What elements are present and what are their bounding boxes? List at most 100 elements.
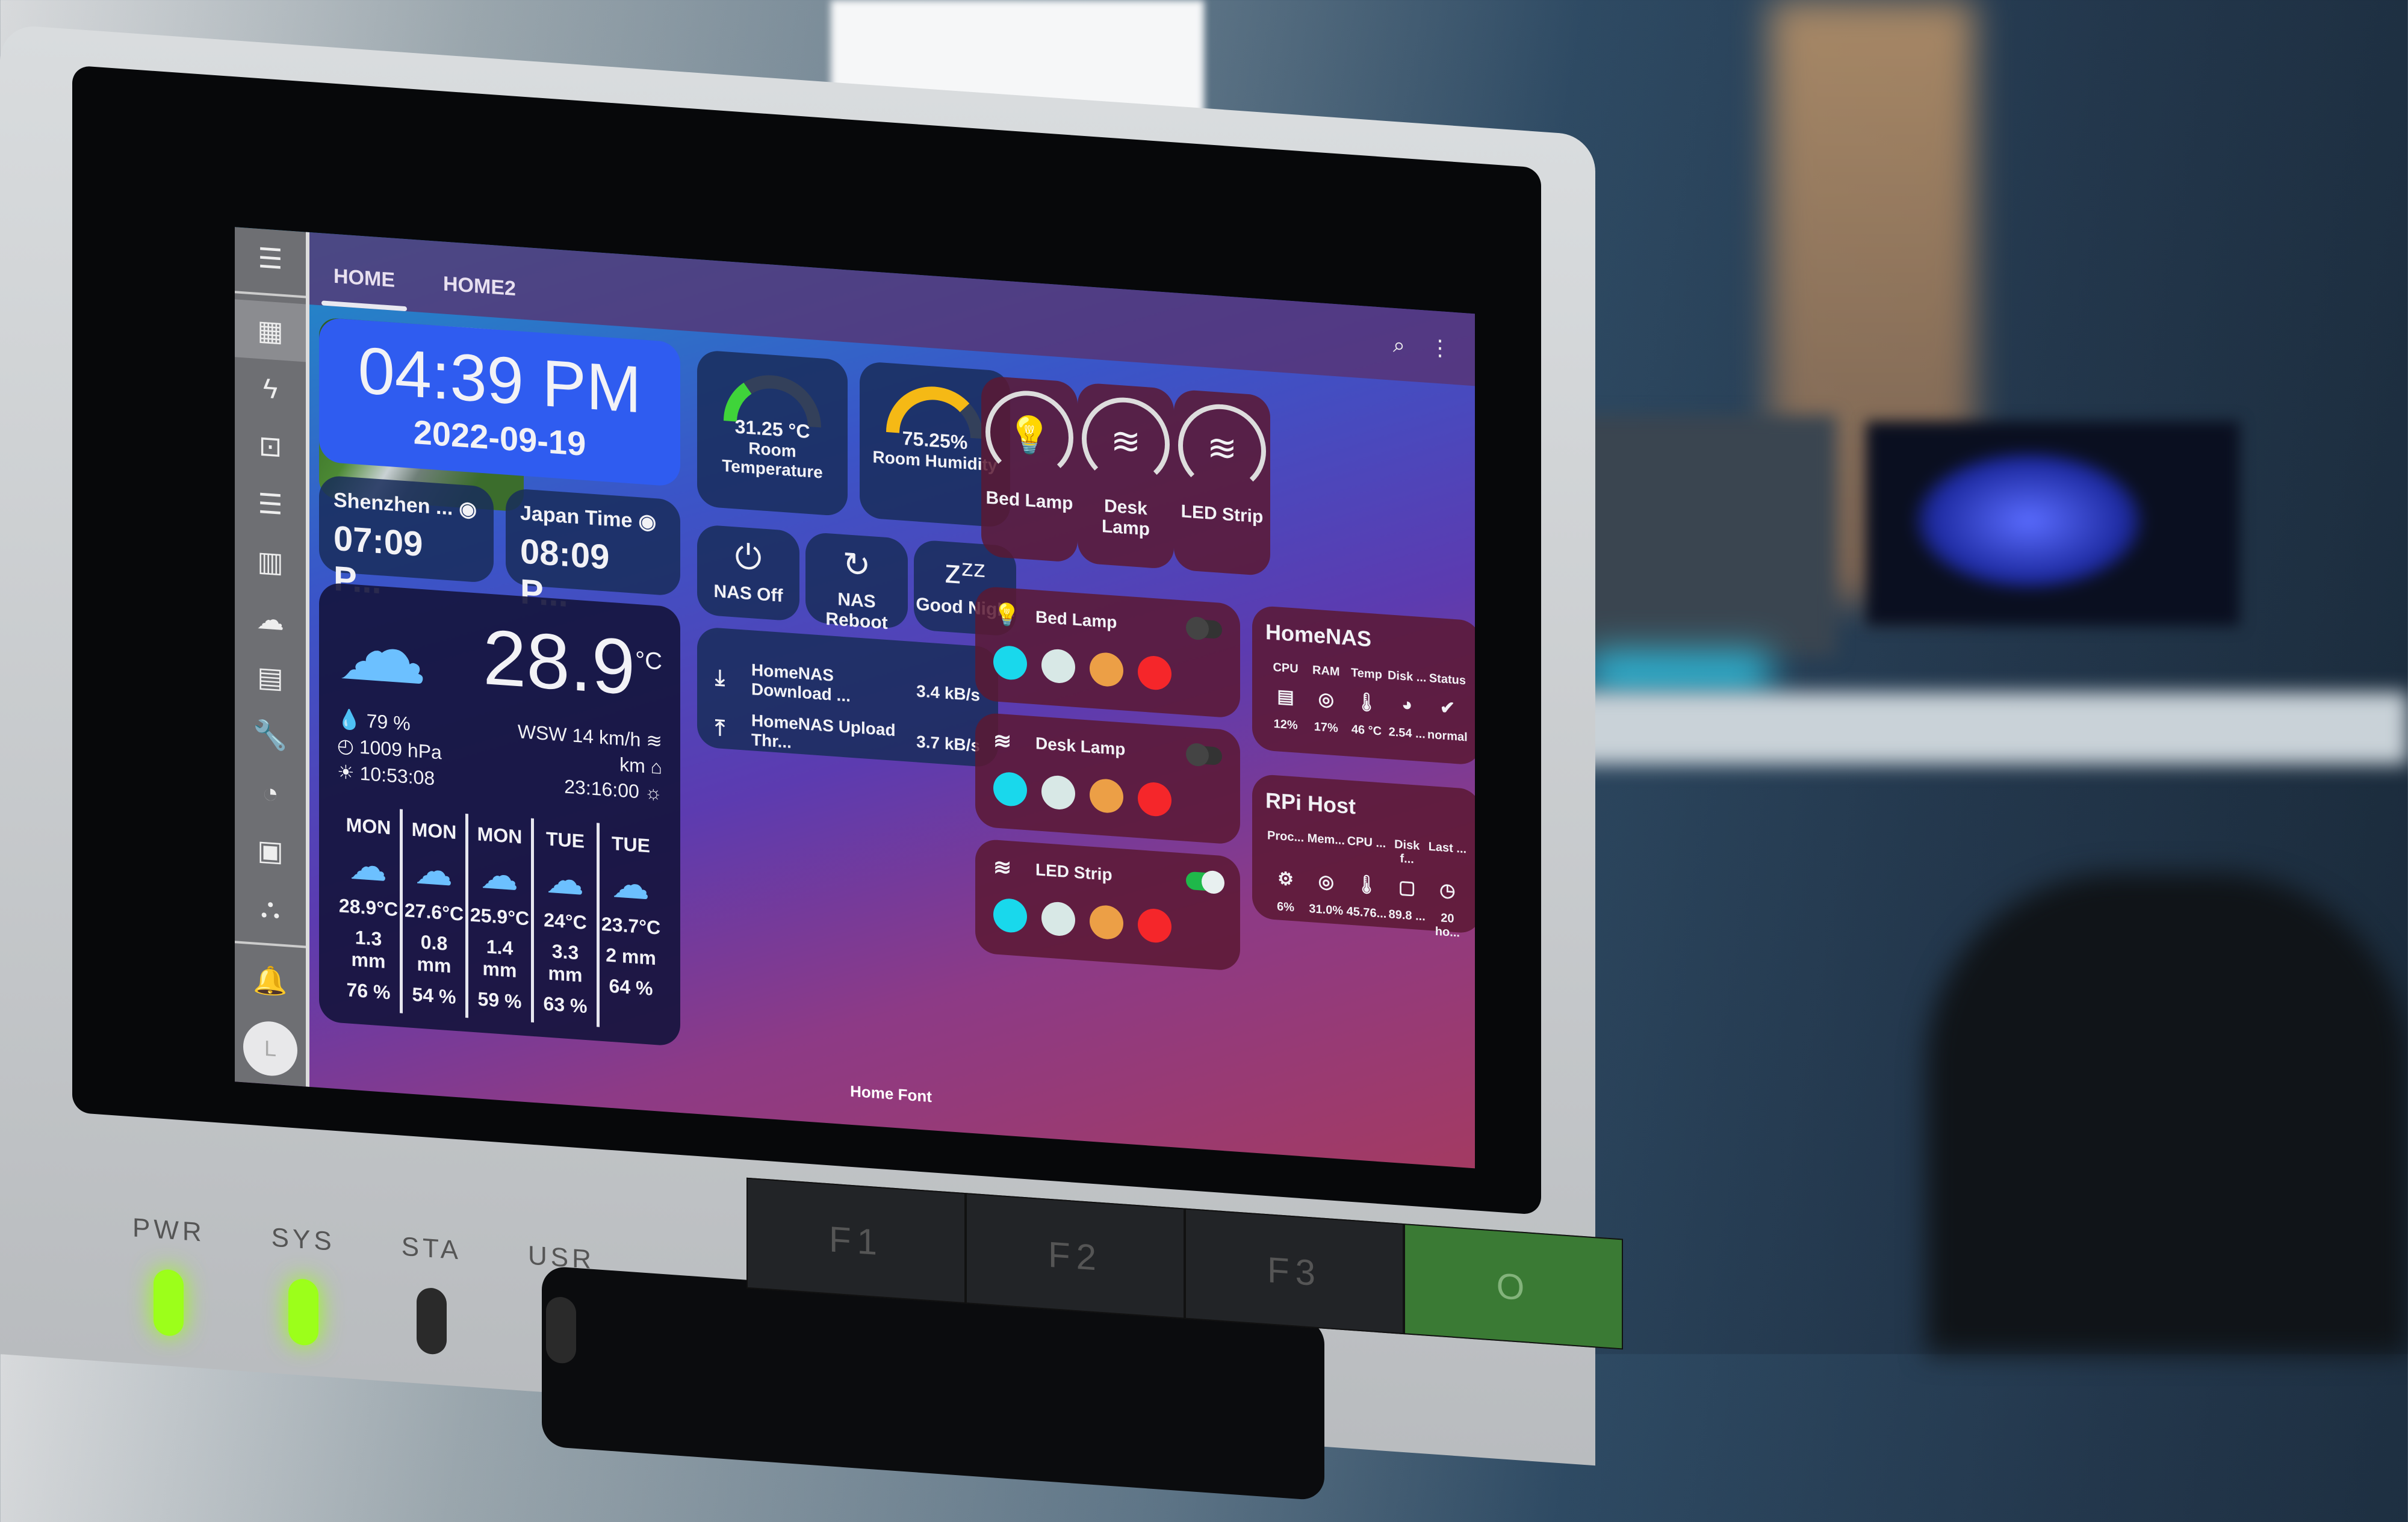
forecast-precip: 0.8 mm: [417, 930, 452, 977]
rain-cloud-icon: ☁: [482, 854, 518, 898]
more-icon[interactable]: ⋮: [1429, 335, 1451, 362]
power-toggle[interactable]: [1186, 742, 1222, 767]
world-clock-city: Japan Time: [520, 501, 633, 532]
color-swatch[interactable]: [993, 645, 1027, 681]
stat-value: 2.54 ...: [1388, 725, 1426, 741]
restart-icon: ↻: [842, 544, 871, 585]
light-header: 💡 Bed Lamp: [993, 601, 1222, 643]
tab-home2[interactable]: HOME2: [419, 271, 540, 321]
color-swatch[interactable]: [1138, 781, 1171, 818]
network-row: ⤓ HomeNAS Download ... 3.4 kB/s: [715, 658, 980, 715]
hardware-button-f1[interactable]: F1: [746, 1177, 966, 1304]
eye-icon: ◉: [638, 510, 657, 534]
hardware-button-o[interactable]: O: [1404, 1223, 1623, 1350]
weather-card[interactable]: ☁ 28.9°C 💧 79 % ◴ 1009 hPa ☀ 10:53:08 WS…: [319, 582, 680, 1047]
led-indicator: [154, 1268, 184, 1337]
status-leds: PWR SYS STA USR: [132, 1213, 595, 1366]
forecast-probability: 59 %: [477, 988, 522, 1013]
forecast-temp: 25.9°C: [470, 903, 530, 930]
gauge-icon[interactable]: ◔: [235, 761, 306, 824]
network-value: 3.4 kB/s: [916, 681, 980, 705]
rain-cloud-icon: ☁: [337, 596, 427, 704]
stat-label: RAM: [1312, 663, 1340, 679]
cloud-icon[interactable]: ☁: [235, 588, 306, 651]
person-badge-icon[interactable]: ⊡: [235, 415, 306, 477]
temperature-unit: °C: [635, 646, 662, 675]
bed-lamp-tile[interactable]: 💡 Bed Lamp: [981, 375, 1078, 563]
led-label: USR: [528, 1240, 595, 1275]
stat-value: 6%: [1277, 900, 1295, 915]
color-swatch[interactable]: [993, 897, 1027, 934]
stat-label: CPU: [1273, 660, 1299, 676]
bell-icon[interactable]: 🔔: [235, 949, 306, 1012]
storage-icon[interactable]: ▣: [235, 819, 306, 882]
network-value: 3.7 kB/s: [916, 732, 980, 755]
forecast-day: MON ☁ 27.6°C 0.8 mm 54 %: [403, 809, 468, 1018]
tile-label: LED Strip: [1181, 501, 1264, 527]
world-clock-card[interactable]: Japan Time ◉ 08:09 P...: [506, 487, 680, 614]
hardware-button-f3[interactable]: F3: [1185, 1208, 1404, 1335]
hardware-button-f2[interactable]: F2: [966, 1193, 1185, 1319]
room-temperature-gauge[interactable]: 31.25 °C Room Temperature: [697, 349, 848, 517]
light-name: LED Strip: [1035, 860, 1112, 885]
color-swatch[interactable]: [1090, 651, 1123, 688]
stat-label: Disk f...: [1394, 837, 1420, 867]
background-monitor: [1565, 415, 1836, 656]
stat-icon: ◷: [1439, 880, 1456, 902]
stat-label: Proc...: [1267, 829, 1305, 845]
wrench-icon[interactable]: 🔧: [235, 704, 306, 766]
light-header: ≋ LED Strip: [993, 854, 1224, 896]
tab-home[interactable]: HOME: [309, 263, 419, 312]
search-icon[interactable]: ⌕: [1393, 332, 1405, 359]
forecast-temp: 27.6°C: [404, 899, 464, 925]
color-swatch[interactable]: [1090, 778, 1123, 814]
color-swatch[interactable]: [1090, 904, 1123, 941]
forecast-day: MON ☁ 25.9°C 1.4 mm 59 %: [468, 814, 534, 1023]
forecast-precip: 2 mm: [606, 944, 656, 970]
world-clock-card[interactable]: Shenzhen ... ◉ 07:09 P...: [319, 475, 494, 601]
action-label: NAS Off: [713, 581, 783, 606]
eye-icon: ◉: [459, 497, 477, 522]
status-led-sta: STA: [402, 1232, 462, 1356]
rpi-host-card[interactable]: RPi Host Proc... Mem... CPU ... Disk f... La…: [1252, 773, 1475, 940]
network-row: ⤒ HomeNAS Upload Thr... 3.7 kB/s: [715, 708, 980, 766]
color-swatch[interactable]: [993, 771, 1027, 808]
network-icon[interactable]: ⛬: [235, 877, 306, 939]
status-led-sys: SYS: [272, 1223, 335, 1347]
chart-icon[interactable]: ▥: [235, 530, 306, 593]
color-swatch[interactable]: [1138, 655, 1171, 691]
color-swatch[interactable]: [1041, 900, 1075, 937]
dashboard-icon[interactable]: ▦: [235, 299, 306, 362]
nas-off-button[interactable]: ⏻ NAS Off: [697, 524, 799, 622]
list-icon[interactable]: ☰: [235, 472, 306, 535]
color-swatch[interactable]: [1138, 908, 1171, 944]
forecast-probability: 64 %: [609, 974, 653, 1000]
dashboard: 04:39 PM 2022-09-19 Shenzhen ... ◉ 07:09 …: [319, 317, 1475, 1155]
status-led-usr: USR: [528, 1240, 595, 1366]
color-swatch[interactable]: [1041, 774, 1075, 811]
led-label: SYS: [271, 1222, 335, 1257]
avatar[interactable]: L: [243, 1019, 297, 1078]
background-desk: [1565, 692, 2408, 764]
stat-label: Disk ...: [1387, 669, 1427, 685]
power-toggle[interactable]: [1186, 870, 1224, 895]
color-swatch[interactable]: [1041, 648, 1075, 684]
lightbulb-icon: 💡: [985, 388, 1073, 482]
led-strip-tile[interactable]: ≋ LED Strip: [1174, 389, 1270, 577]
menu-icon[interactable]: ☰: [235, 227, 306, 289]
lightning-icon[interactable]: ϟ: [235, 357, 306, 419]
rain-cloud-icon: ☁: [416, 850, 452, 893]
nas-reboot-button[interactable]: ↻ NAS Reboot: [805, 531, 908, 633]
forecast-temp: 24°C: [544, 909, 587, 934]
desk-lamp-tile[interactable]: ≋ Desk Lamp: [1078, 382, 1174, 570]
pressure-icon: ◴: [337, 734, 354, 758]
power-toggle[interactable]: [1186, 616, 1222, 641]
led-strip-icon: ≋: [993, 728, 1012, 754]
power-icon: ⏻: [734, 537, 762, 577]
stat-icon: ◕: [1401, 694, 1413, 716]
pressure-unit: hPa: [407, 739, 442, 764]
light-header: ≋ Desk Lamp: [993, 728, 1222, 769]
current-temperature: 28.9: [483, 613, 636, 711]
server-icon[interactable]: ▤: [235, 646, 306, 708]
homenas-card[interactable]: HomeNAS CPU RAM Temp Disk ... Status ▤ ◎ 🌡 ◕ ✔ 12%…: [1252, 605, 1475, 766]
